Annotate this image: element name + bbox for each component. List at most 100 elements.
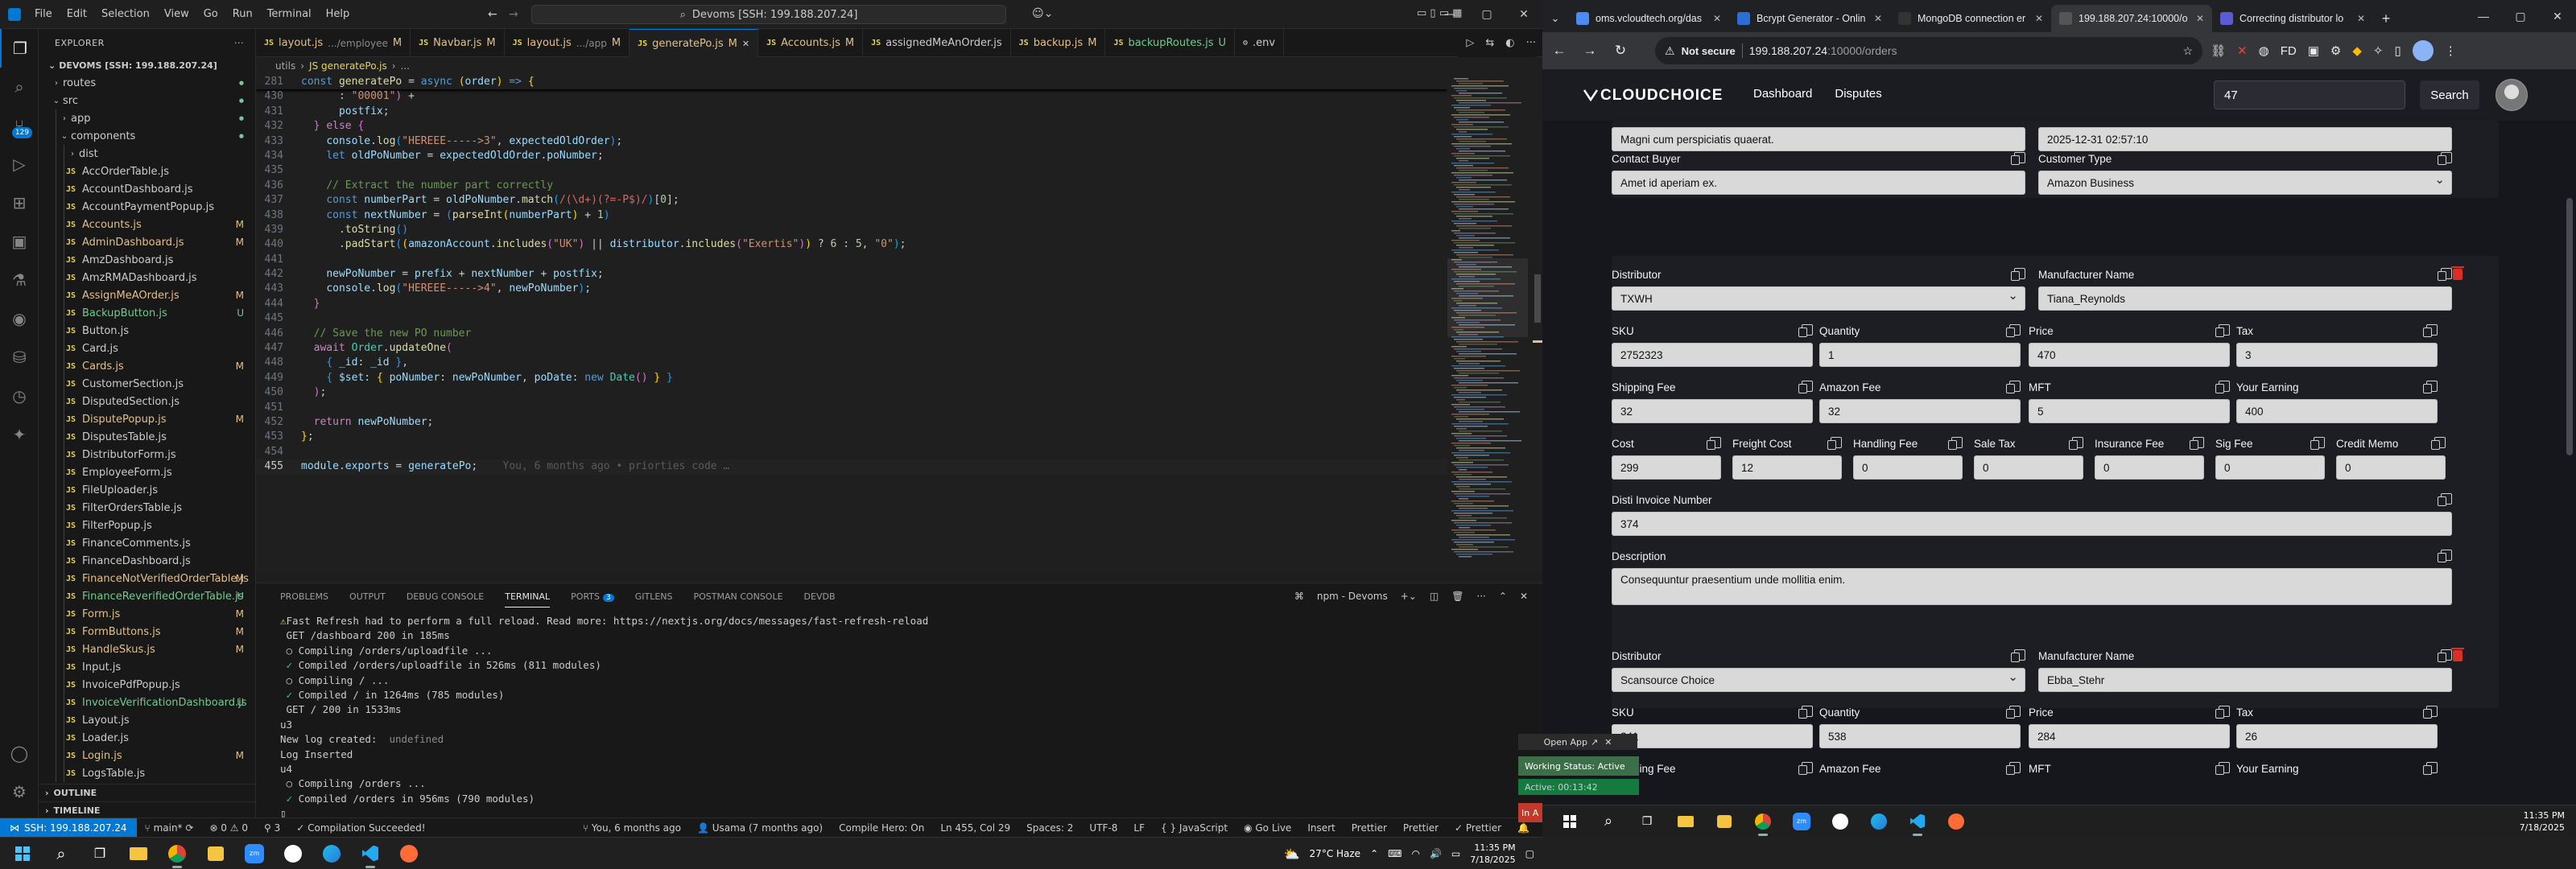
- branch-indicator[interactable]: ⑂ main* ⟳: [137, 822, 202, 834]
- tree-item[interactable]: JS HandleSkus.js M: [39, 640, 255, 658]
- volume-icon[interactable]: 🔊: [1430, 848, 1442, 859]
- sku-field[interactable]: 241: [1612, 724, 1813, 748]
- copy-icon[interactable]: [2215, 762, 2230, 775]
- saletax-field[interactable]: 0: [1974, 455, 2083, 480]
- minimap[interactable]: [1447, 75, 1533, 574]
- menu-terminal[interactable]: Terminal: [260, 8, 319, 20]
- chrome-icon[interactable]: [161, 838, 193, 869]
- tax-field[interactable]: 3: [2236, 343, 2438, 367]
- run-debug-icon[interactable]: ▷: [0, 145, 39, 183]
- terminal-selector[interactable]: npm - Devoms: [1317, 591, 1388, 602]
- split-icon[interactable]: ⇆: [1485, 37, 1494, 49]
- file-explorer-icon-2[interactable]: [1670, 805, 1702, 838]
- close-button[interactable]: ✕: [2539, 0, 2576, 32]
- eol-indicator[interactable]: LF: [1125, 822, 1153, 834]
- order-date-field[interactable]: 2025-12-31 02:57:10: [2038, 127, 2452, 151]
- go-live-button[interactable]: ◉ Go Live: [1236, 822, 1299, 834]
- forward-arrow-icon[interactable]: →: [509, 8, 518, 21]
- sidepanel-icon[interactable]: ▯: [2394, 43, 2401, 58]
- copilot-icon[interactable]: ☺⌄: [1032, 7, 1053, 20]
- postman-icon-2[interactable]: [1940, 805, 1972, 838]
- outline-section[interactable]: › OUTLINE: [39, 784, 255, 801]
- price-field[interactable]: 470: [2029, 343, 2230, 367]
- more-icon[interactable]: ···: [1476, 591, 1485, 602]
- blame-indicator[interactable]: ⑂ You, 6 months ago: [575, 822, 689, 834]
- tree-item[interactable]: ⌄ components ●: [39, 127, 255, 145]
- reload-icon[interactable]: ↻: [1607, 37, 1634, 64]
- search-icon-2[interactable]: ⌕: [1592, 805, 1624, 838]
- menu-edit[interactable]: Edit: [60, 8, 94, 20]
- copy-icon[interactable]: [2310, 437, 2325, 450]
- problems-indicator[interactable]: ⊗ 0 ⚠ 0: [201, 822, 256, 834]
- working-status-toast[interactable]: Working Status: Active: [1518, 756, 1639, 776]
- ports-indicator[interactable]: ⚲ 3: [256, 822, 288, 834]
- tree-item[interactable]: JS Button.js: [39, 322, 255, 340]
- in-toast[interactable]: In A: [1518, 803, 1542, 822]
- compile-hero-indicator[interactable]: Compile Hero: On: [831, 822, 932, 834]
- menu-go[interactable]: Go: [196, 8, 225, 20]
- copy-icon[interactable]: [2438, 649, 2452, 662]
- new-tab-button[interactable]: +: [2373, 5, 2399, 32]
- tree-item[interactable]: JS LogsTable.js: [39, 764, 255, 782]
- tree-item[interactable]: JS FileUploader.js: [39, 481, 255, 499]
- tree-item[interactable]: JS AmzRMADashboard.js: [39, 269, 255, 286]
- tree-item[interactable]: JS DisputePopup.js M: [39, 410, 255, 428]
- clock-right[interactable]: 11:35 PM 7/18/2025: [2520, 805, 2565, 838]
- tree-item[interactable]: JS AssignMeAOrder.js M: [39, 286, 255, 304]
- copy-icon[interactable]: [1798, 324, 1813, 337]
- handling-field[interactable]: 0: [1853, 455, 1963, 480]
- extension-icon-2[interactable]: ✕: [2237, 43, 2248, 58]
- copy-icon[interactable]: [2438, 152, 2452, 165]
- panel-tab-devdb[interactable]: DEVDB: [804, 591, 836, 602]
- bookmark-star-icon[interactable]: ☆: [2182, 44, 2193, 58]
- zoom-icon-2[interactable]: zm: [1785, 805, 1818, 838]
- back-arrow-icon[interactable]: ←: [488, 8, 497, 21]
- tree-item[interactable]: › routes ●: [39, 74, 255, 92]
- tab-close-icon[interactable]: ✕: [2196, 13, 2204, 24]
- copy-icon[interactable]: [2215, 381, 2230, 393]
- copy-icon[interactable]: [2011, 268, 2025, 281]
- delete-item-icon[interactable]: [2451, 266, 2464, 280]
- trash-icon[interactable]: 🗑: [1451, 591, 1463, 602]
- tree-item[interactable]: JS InvoicePdfPopup.js: [39, 676, 255, 694]
- copy-icon[interactable]: [2423, 706, 2438, 719]
- app-icon[interactable]: [277, 838, 309, 869]
- panel-tab-gitlens[interactable]: GITLENS: [635, 591, 673, 602]
- copy-icon[interactable]: [2006, 324, 2021, 337]
- encoding-indicator[interactable]: UTF-8: [1081, 822, 1125, 834]
- profile-avatar[interactable]: [2412, 40, 2434, 61]
- order-search-input[interactable]: 47: [2214, 80, 2405, 109]
- maximize-button[interactable]: ▢: [1468, 0, 1505, 29]
- ship-field[interactable]: 32: [1612, 399, 1813, 423]
- tab-close-icon[interactable]: ✕: [1713, 13, 1721, 24]
- copy-icon[interactable]: [2423, 324, 2438, 337]
- menu-run[interactable]: Run: [225, 8, 260, 20]
- more-actions-icon[interactable]: ···: [1526, 37, 1536, 49]
- breadcrumb-folder[interactable]: utils: [275, 60, 295, 72]
- settings-gear-icon[interactable]: ⚙: [0, 772, 39, 811]
- tree-item[interactable]: JS DisputesTable.js: [39, 428, 255, 446]
- tree-item[interactable]: JS FormButtons.js M: [39, 623, 255, 640]
- forward-icon[interactable]: →: [1576, 37, 1604, 64]
- panel-tab-debug-console[interactable]: DEBUG CONSOLE: [407, 591, 484, 602]
- extension-icon-7[interactable]: ◆: [2352, 43, 2362, 58]
- battery-icon[interactable]: ▭: [1451, 848, 1460, 859]
- copy-icon[interactable]: [1827, 437, 1842, 450]
- prettier-indicator-3[interactable]: ✓ Prettier: [1447, 822, 1509, 834]
- minimize-button[interactable]: —: [1431, 0, 1468, 29]
- tree-item[interactable]: JS AdminDashboard.js M: [39, 233, 255, 251]
- app-logo[interactable]: CLOUDCHOICE: [1600, 87, 1723, 105]
- extension-icon-3[interactable]: ◍: [2259, 43, 2269, 58]
- panel-tab-problems[interactable]: PROBLEMS: [280, 591, 328, 602]
- copy-icon[interactable]: [2069, 437, 2083, 450]
- tree-item[interactable]: JS AccountDashboard.js: [39, 180, 255, 198]
- panel-tab-postman-console[interactable]: POSTMAN CONSOLE: [694, 591, 783, 602]
- tab-close-icon[interactable]: ✕: [2035, 13, 2043, 24]
- add-terminal-icon[interactable]: +⌄: [1401, 591, 1417, 602]
- postman-icon[interactable]: ✦: [0, 415, 39, 454]
- maximize-button[interactable]: ▢: [2502, 0, 2539, 32]
- tree-item[interactable]: JS Loader.js: [39, 729, 255, 747]
- browser-tab[interactable]: MongoDB connection er ✕: [1890, 5, 2051, 32]
- browser-tab[interactable]: Correcting distributor lo ✕: [2212, 5, 2373, 32]
- chrome-icon-2[interactable]: [1747, 805, 1779, 838]
